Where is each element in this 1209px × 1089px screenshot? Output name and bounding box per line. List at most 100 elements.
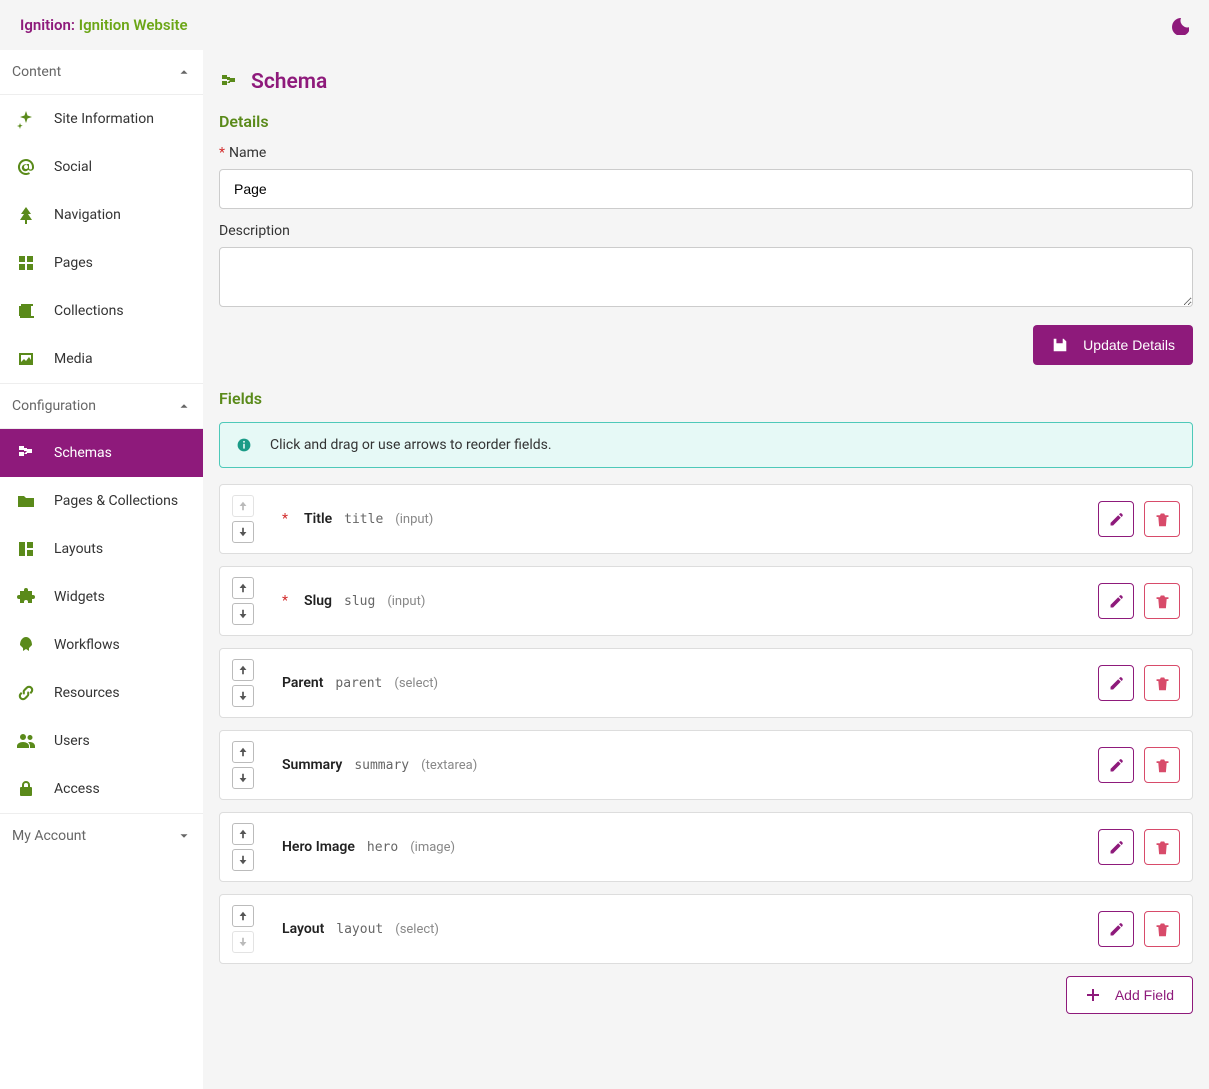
field-info: Hero Image hero (image) bbox=[282, 839, 1098, 855]
edit-field-button[interactable] bbox=[1098, 665, 1134, 701]
field-info: Parent parent (select) bbox=[282, 675, 1098, 691]
field-row[interactable]: * Title title (input) bbox=[219, 484, 1193, 554]
sidebar-item-pages-collections[interactable]: Pages & Collections bbox=[0, 477, 203, 525]
delete-field-button[interactable] bbox=[1144, 829, 1180, 865]
move-up-button[interactable] bbox=[232, 577, 254, 599]
sidebar-item-workflows[interactable]: Workflows bbox=[0, 621, 203, 669]
trash-icon bbox=[1154, 757, 1171, 774]
info-text: Click and drag or use arrows to reorder … bbox=[270, 437, 552, 453]
field-key: title bbox=[344, 512, 383, 527]
sidebar-item-media[interactable]: Media bbox=[0, 335, 203, 383]
field-key: hero bbox=[367, 840, 398, 855]
edit-field-button[interactable] bbox=[1098, 501, 1134, 537]
sidebar-item-social[interactable]: Social bbox=[0, 143, 203, 191]
sidebar-item-label: Users bbox=[54, 733, 90, 749]
arrow-up-icon bbox=[237, 582, 249, 594]
field-key: summary bbox=[354, 758, 409, 773]
reorder-controls bbox=[232, 741, 254, 789]
field-actions bbox=[1098, 583, 1180, 619]
add-field-button[interactable]: Add Field bbox=[1066, 976, 1193, 1014]
sidebar-section-label: My Account bbox=[12, 828, 86, 844]
edit-field-button[interactable] bbox=[1098, 747, 1134, 783]
image-icon bbox=[16, 349, 36, 369]
arrow-up-icon bbox=[237, 746, 249, 758]
delete-field-button[interactable] bbox=[1144, 747, 1180, 783]
arrow-down-icon bbox=[237, 772, 249, 784]
field-actions bbox=[1098, 747, 1180, 783]
description-textarea[interactable] bbox=[219, 247, 1193, 307]
sidebar-item-schemas[interactable]: Schemas bbox=[0, 429, 203, 477]
move-down-button[interactable] bbox=[232, 603, 254, 625]
name-input[interactable] bbox=[219, 169, 1193, 209]
move-down-button[interactable] bbox=[232, 521, 254, 543]
move-down-button[interactable] bbox=[232, 767, 254, 789]
layout-icon bbox=[16, 539, 36, 559]
edit-field-button[interactable] bbox=[1098, 583, 1134, 619]
sidebar-item-site-information[interactable]: Site Information bbox=[0, 95, 203, 143]
sidebar-item-label: Pages bbox=[54, 255, 93, 271]
field-row[interactable]: Summary summary (textarea) bbox=[219, 730, 1193, 800]
reorder-controls bbox=[232, 495, 254, 543]
sidebar-item-layouts[interactable]: Layouts bbox=[0, 525, 203, 573]
collections-icon bbox=[16, 301, 36, 321]
field-row[interactable]: Layout layout (select) bbox=[219, 894, 1193, 964]
sidebar-item-access[interactable]: Access bbox=[0, 765, 203, 813]
sidebar-section-configuration[interactable]: Configuration bbox=[0, 384, 203, 429]
field-type: (input) bbox=[395, 512, 433, 527]
plus-icon bbox=[1085, 987, 1101, 1003]
dark-mode-icon[interactable] bbox=[1169, 15, 1189, 35]
move-up-button[interactable] bbox=[232, 905, 254, 927]
main-content: Schema Details *Name Description Update … bbox=[203, 50, 1209, 1089]
topbar: Ignition: Ignition Website bbox=[0, 0, 1209, 50]
sparkle-icon bbox=[16, 109, 36, 129]
edit-field-button[interactable] bbox=[1098, 911, 1134, 947]
move-down-button[interactable] bbox=[232, 849, 254, 871]
delete-field-button[interactable] bbox=[1144, 583, 1180, 619]
field-actions bbox=[1098, 501, 1180, 537]
pencil-icon bbox=[1108, 675, 1125, 692]
move-up-button[interactable] bbox=[232, 659, 254, 681]
sidebar-item-label: Workflows bbox=[54, 637, 120, 653]
sidebar-section-label: Configuration bbox=[12, 398, 96, 414]
sidebar-item-pages[interactable]: Pages bbox=[0, 239, 203, 287]
brand[interactable]: Ignition: Ignition Website bbox=[20, 16, 188, 34]
required-indicator: * bbox=[219, 145, 225, 161]
field-row[interactable]: Parent parent (select) bbox=[219, 648, 1193, 718]
required-indicator: * bbox=[282, 511, 288, 527]
sidebar-item-widgets[interactable]: Widgets bbox=[0, 573, 203, 621]
pencil-icon bbox=[1108, 757, 1125, 774]
field-name: Summary bbox=[282, 757, 342, 773]
delete-field-button[interactable] bbox=[1144, 501, 1180, 537]
field-row[interactable]: Hero Image hero (image) bbox=[219, 812, 1193, 882]
sidebar-item-collections[interactable]: Collections bbox=[0, 287, 203, 335]
sidebar-item-label: Navigation bbox=[54, 207, 121, 223]
sidebar-item-users[interactable]: Users bbox=[0, 717, 203, 765]
field-row[interactable]: * Slug slug (input) bbox=[219, 566, 1193, 636]
sidebar-section-content[interactable]: Content bbox=[0, 50, 203, 95]
delete-field-button[interactable] bbox=[1144, 665, 1180, 701]
move-up-button[interactable] bbox=[232, 823, 254, 845]
delete-field-button[interactable] bbox=[1144, 911, 1180, 947]
required-indicator: * bbox=[282, 593, 288, 609]
pencil-icon bbox=[1108, 839, 1125, 856]
folder-icon bbox=[16, 491, 36, 511]
users-icon bbox=[16, 731, 36, 751]
info-banner: Click and drag or use arrows to reorder … bbox=[219, 422, 1193, 468]
move-up-button[interactable] bbox=[232, 741, 254, 763]
sidebar-item-navigation[interactable]: Navigation bbox=[0, 191, 203, 239]
field-actions bbox=[1098, 665, 1180, 701]
brand-secondary: Ignition Website bbox=[79, 16, 188, 34]
edit-field-button[interactable] bbox=[1098, 829, 1134, 865]
update-details-button[interactable]: Update Details bbox=[1033, 325, 1193, 365]
sidebar-section-account[interactable]: My Account bbox=[0, 814, 203, 858]
trash-icon bbox=[1154, 593, 1171, 610]
move-down-button[interactable] bbox=[232, 685, 254, 707]
sidebar-section-label: Content bbox=[12, 64, 61, 80]
trash-icon bbox=[1154, 921, 1171, 938]
info-icon bbox=[236, 437, 252, 453]
arrow-up-icon bbox=[237, 664, 249, 676]
brand-primary: Ignition: bbox=[20, 16, 75, 34]
sidebar-item-resources[interactable]: Resources bbox=[0, 669, 203, 717]
reorder-controls bbox=[232, 823, 254, 871]
arrow-up-icon bbox=[237, 910, 249, 922]
